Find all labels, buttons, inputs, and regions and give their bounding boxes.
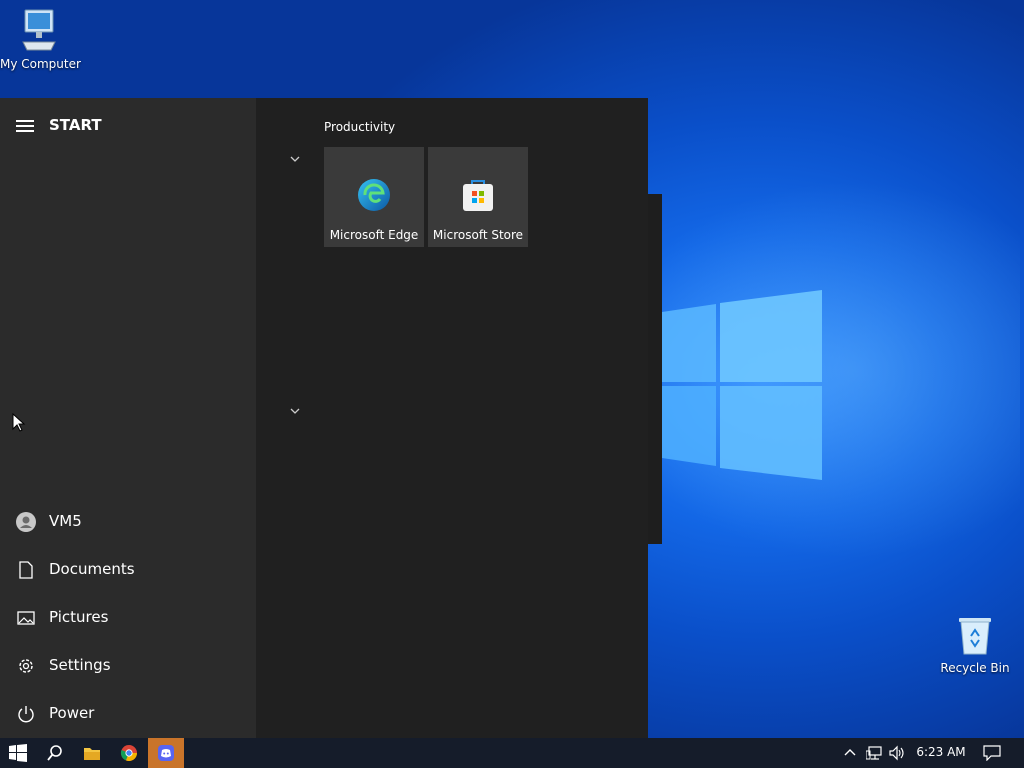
picture-icon — [17, 611, 35, 625]
chevron-down-icon[interactable] — [288, 406, 302, 416]
edge-icon — [358, 179, 390, 211]
chevron-up-icon[interactable] — [843, 745, 857, 761]
discord-button[interactable] — [148, 738, 184, 768]
my-computer-label: My Computer — [0, 57, 81, 71]
tile-store-label: Microsoft Store — [432, 228, 524, 242]
nav-item-settings-label: Settings — [49, 656, 111, 674]
power-icon — [18, 706, 34, 723]
nav-item-power[interactable]: Power — [0, 692, 256, 736]
hamburger-menu-icon[interactable] — [16, 120, 34, 134]
nav-item-pictures-label: Pictures — [49, 608, 109, 626]
nav-item-documents[interactable]: Documents — [0, 548, 256, 592]
nav-item-user[interactable]: VM5 — [0, 500, 256, 544]
nav-item-pictures[interactable]: Pictures — [0, 596, 256, 640]
tile-group-title: Productivity — [324, 120, 396, 134]
taskbar: 6:23 AM — [0, 738, 1024, 768]
nav-item-settings[interactable]: Settings — [0, 644, 256, 688]
recycle-bin-icon — [959, 618, 991, 655]
gear-icon — [19, 659, 33, 673]
chrome-icon — [120, 745, 137, 761]
clock[interactable]: 6:23 AM — [906, 745, 976, 759]
recycle-bin-label: Recycle Bin — [940, 661, 1010, 675]
chevron-down-icon[interactable] — [288, 154, 302, 164]
windows-start-icon — [9, 744, 27, 762]
windows-logo-wallpaper — [662, 290, 822, 480]
chrome-button[interactable] — [111, 738, 147, 768]
notification-icon[interactable] — [983, 745, 1001, 761]
start-button[interactable] — [0, 738, 36, 768]
search-icon — [47, 745, 62, 761]
tile-edge-label: Microsoft Edge — [329, 228, 419, 242]
search-button[interactable] — [37, 738, 73, 768]
start-menu-title: START — [49, 116, 102, 134]
mouse-cursor-icon — [12, 413, 26, 432]
nav-item-documents-label: Documents — [49, 560, 135, 578]
nav-item-user-label: VM5 — [49, 512, 82, 530]
start-menu-left-pane: START VM5 Documents Pictures Settings Po… — [0, 98, 256, 738]
recycle-bin-desktop-icon[interactable]: Recycle Bin — [940, 612, 1010, 675]
nav-item-power-label: Power — [49, 704, 95, 722]
start-menu: START VM5 Documents Pictures Settings Po… — [0, 98, 648, 738]
collapsed-side-panel — [648, 194, 662, 544]
computer-icon — [22, 9, 56, 51]
my-computer-desktop-icon[interactable]: My Computer — [0, 8, 81, 71]
tile-microsoft-store[interactable]: Microsoft Store — [428, 147, 528, 247]
store-icon — [463, 180, 493, 211]
document-icon — [19, 561, 33, 579]
volume-icon[interactable] — [888, 745, 906, 761]
file-explorer-icon — [84, 748, 100, 760]
discord-icon — [158, 745, 174, 761]
start-menu-tiles-pane: Productivity Microsoft Edge Microsoft St… — [258, 98, 648, 738]
user-icon — [16, 512, 36, 532]
file-explorer-button[interactable] — [74, 738, 110, 768]
network-icon[interactable] — [866, 745, 882, 761]
tile-microsoft-edge[interactable]: Microsoft Edge — [324, 147, 424, 247]
